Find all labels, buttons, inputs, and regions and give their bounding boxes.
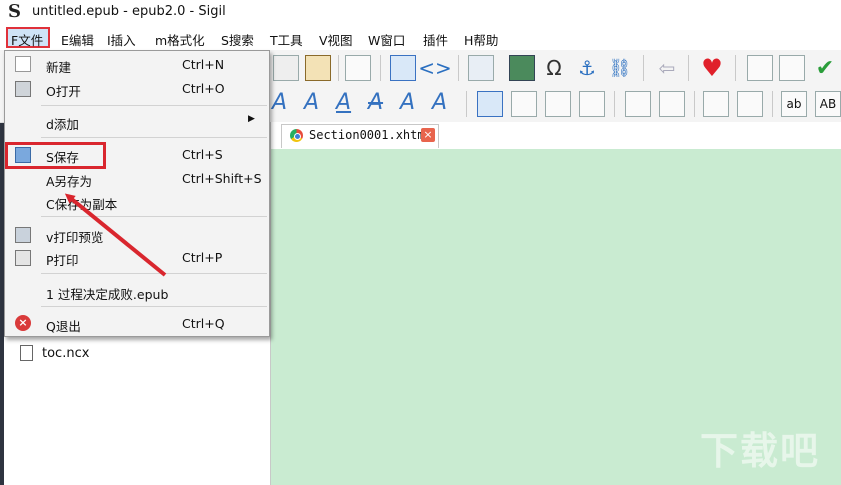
arrow-line xyxy=(64,193,167,277)
annotation-arrow xyxy=(64,193,167,277)
